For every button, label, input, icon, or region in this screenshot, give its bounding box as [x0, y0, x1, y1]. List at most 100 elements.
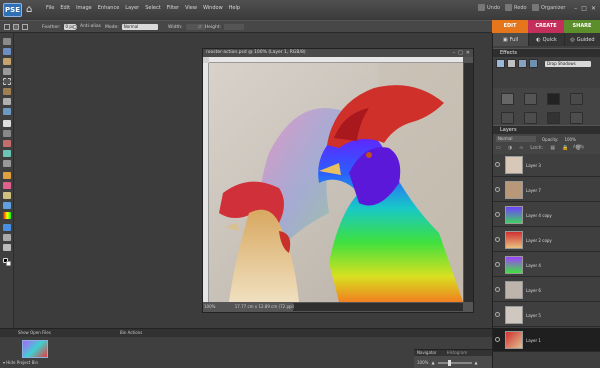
- new-layer-icon[interactable]: ▭: [496, 145, 501, 151]
- zoom-slider-handle[interactable]: [447, 359, 451, 366]
- custom-shape-icon[interactable]: [3, 224, 11, 231]
- visibility-eye-icon[interactable]: [495, 287, 500, 292]
- layer-row[interactable]: Layer 5: [493, 303, 600, 327]
- opacity-value[interactable]: 100%: [564, 137, 575, 142]
- bin-actions-menu[interactable]: Bin Actions: [120, 329, 142, 337]
- visibility-eye-icon[interactable]: [495, 312, 500, 317]
- eyedropper-tool-icon[interactable]: [3, 68, 11, 75]
- add-selection-icon[interactable]: [22, 24, 28, 30]
- blur-tool-icon[interactable]: [3, 234, 11, 241]
- effects-dropdown[interactable]: Drop Shadows: [545, 61, 591, 67]
- layers-panel-header[interactable]: Layers: [493, 125, 600, 134]
- background-color-swatch[interactable]: [6, 261, 11, 266]
- hide-project-bin-button[interactable]: ▾ Hide Project Bin: [3, 360, 38, 365]
- swap-icon[interactable]: ⇄: [198, 25, 202, 30]
- photo-effects-icon[interactable]: [518, 59, 527, 68]
- menu-filter[interactable]: Filter: [167, 5, 179, 11]
- effect-thumb[interactable]: [501, 93, 514, 105]
- vertical-scrollbar[interactable]: [464, 63, 473, 302]
- delete-layer-icon[interactable]: 🗑: [575, 145, 581, 151]
- visibility-eye-icon[interactable]: [495, 237, 500, 242]
- doc-maximize-icon[interactable]: □: [458, 50, 463, 56]
- textures-icon[interactable]: [529, 59, 538, 68]
- image-canvas[interactable]: [209, 63, 463, 302]
- tab-full[interactable]: ▣ Full: [493, 33, 529, 46]
- new-fill-layer-icon[interactable]: ◑: [508, 145, 512, 151]
- menu-image[interactable]: Image: [76, 5, 92, 11]
- redo-button[interactable]: Redo: [505, 4, 527, 11]
- undo-button[interactable]: Undo: [478, 4, 500, 11]
- menu-help[interactable]: Help: [229, 5, 240, 11]
- marquee-tool-icon[interactable]: [3, 78, 11, 85]
- paint-bucket-icon[interactable]: [3, 202, 11, 209]
- close-icon[interactable]: ✕: [591, 5, 596, 12]
- visibility-eye-icon[interactable]: [495, 162, 500, 167]
- gradient-tool-icon[interactable]: [3, 212, 11, 219]
- zoom-slider[interactable]: [437, 359, 472, 366]
- effect-thumb[interactable]: [501, 112, 514, 124]
- zoom-in-icon[interactable]: ▲: [475, 360, 478, 365]
- effect-thumb[interactable]: [524, 93, 537, 105]
- lock-all-icon[interactable]: 🔒: [562, 145, 568, 151]
- menu-select[interactable]: Select: [145, 5, 160, 11]
- lock-transparency-icon[interactable]: ▦: [550, 145, 555, 151]
- visibility-eye-icon[interactable]: [495, 262, 500, 267]
- visibility-eye-icon[interactable]: [495, 337, 500, 342]
- doc-close-icon[interactable]: ✕: [466, 50, 470, 56]
- blend-mode-select[interactable]: Normal: [496, 136, 536, 142]
- filters-icon[interactable]: [496, 59, 505, 68]
- effect-thumb[interactable]: [570, 112, 583, 124]
- red-eye-tool-icon[interactable]: [3, 140, 11, 147]
- layer-row[interactable]: Layer 6: [493, 278, 600, 302]
- zoom-tool-icon[interactable]: [3, 48, 11, 55]
- effect-thumb[interactable]: [570, 93, 583, 105]
- effect-thumb[interactable]: [547, 93, 560, 105]
- crop-tool-icon[interactable]: [3, 130, 11, 137]
- open-file-thumbnail[interactable]: [22, 340, 48, 358]
- magic-wand-tool-icon[interactable]: [3, 98, 11, 105]
- layer-row[interactable]: Layer 3: [493, 153, 600, 177]
- menu-layer[interactable]: Layer: [125, 5, 139, 11]
- sponge-tool-icon[interactable]: [3, 244, 11, 251]
- home-icon[interactable]: ⌂: [26, 4, 36, 15]
- clone-stamp-icon[interactable]: [3, 160, 11, 167]
- layer-row[interactable]: Layer 4 copy: [493, 203, 600, 227]
- lasso-tool-icon[interactable]: [3, 88, 11, 95]
- maximize-icon[interactable]: □: [581, 5, 587, 12]
- show-open-files-dropdown[interactable]: Show Open Files: [18, 329, 51, 337]
- link-layers-icon[interactable]: ∞: [519, 145, 523, 151]
- rect-marquee-icon[interactable]: [4, 24, 10, 30]
- tab-share[interactable]: SHARE: [564, 20, 600, 33]
- layer-styles-icon[interactable]: [507, 59, 516, 68]
- tab-guided[interactable]: ◎ Guided: [565, 33, 600, 46]
- menu-edit[interactable]: Edit: [60, 5, 70, 11]
- effect-thumb[interactable]: [547, 112, 560, 124]
- visibility-eye-icon[interactable]: [495, 212, 500, 217]
- layer-row[interactable]: Layer 2 copy: [493, 228, 600, 252]
- type-tool-icon[interactable]: [3, 120, 11, 127]
- layer-row[interactable]: Layer 7: [493, 178, 600, 202]
- selection-brush-icon[interactable]: [3, 108, 11, 115]
- healing-brush-icon[interactable]: [3, 150, 11, 157]
- tab-histogram[interactable]: Histogram: [447, 350, 468, 356]
- menu-window[interactable]: Window: [203, 5, 223, 11]
- layer-row-selected[interactable]: Layer 1: [493, 328, 600, 352]
- new-selection-icon[interactable]: [13, 24, 19, 30]
- hand-tool-icon[interactable]: [3, 58, 11, 65]
- doc-minimize-icon[interactable]: –: [453, 50, 456, 56]
- brush-tool-icon[interactable]: [3, 192, 11, 199]
- effect-thumb[interactable]: [524, 112, 537, 124]
- move-tool-icon[interactable]: [3, 38, 11, 45]
- menu-file[interactable]: File: [46, 5, 54, 11]
- antialias-checkbox[interactable]: [73, 24, 77, 29]
- height-field[interactable]: [224, 24, 245, 30]
- visibility-eye-icon[interactable]: [495, 187, 500, 192]
- layer-row[interactable]: Layer 4: [493, 253, 600, 277]
- minimize-icon[interactable]: –: [574, 5, 577, 12]
- effects-panel-header[interactable]: Effects: [493, 48, 600, 57]
- menu-enhance[interactable]: Enhance: [98, 5, 120, 11]
- antialias-control[interactable]: Anti-alias: [73, 24, 101, 29]
- horizontal-scrollbar[interactable]: [293, 303, 463, 311]
- organizer-button[interactable]: Organizer: [532, 4, 565, 11]
- pencil-tool-icon[interactable]: [3, 172, 11, 179]
